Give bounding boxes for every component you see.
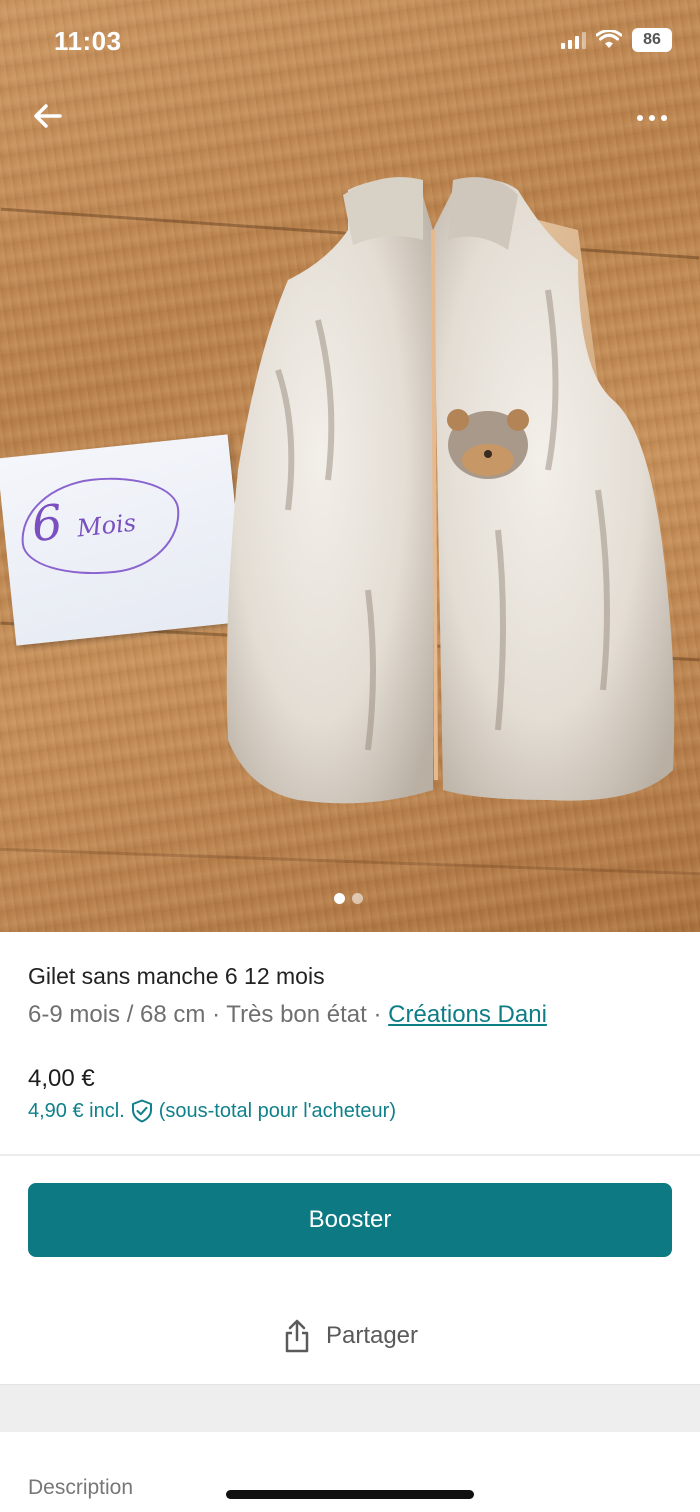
ellipsis-icon xyxy=(649,115,655,121)
shield-check-icon xyxy=(131,1099,152,1123)
listing-meta: 6-9 mois / 68 cm · Très bon état · Créat… xyxy=(28,1001,547,1029)
battery-icon: 86 xyxy=(632,28,672,52)
size-note-text: 6 Mois xyxy=(29,487,138,554)
more-options-button[interactable] xyxy=(630,100,674,136)
carousel-indicator[interactable] xyxy=(334,893,363,904)
fur-vest-image xyxy=(226,177,675,804)
floor-seam xyxy=(0,847,700,876)
share-icon xyxy=(285,1319,309,1353)
wifi-icon xyxy=(596,30,622,48)
item-price: 4,00 € xyxy=(28,1065,95,1092)
description-heading: Description xyxy=(28,1476,134,1499)
status-time: 11:03 xyxy=(54,26,122,56)
product-photo[interactable]: 6 Mois 11:03 86 xyxy=(0,0,700,932)
section-divider xyxy=(0,1154,700,1156)
section-spacer xyxy=(0,1384,700,1432)
listing-size: 6-9 mois / 68 cm xyxy=(28,1001,206,1028)
meta-separator: · xyxy=(373,1001,382,1028)
share-button[interactable]: Partager xyxy=(0,1300,700,1372)
price-incl: 4,90 € incl. xyxy=(28,1099,125,1122)
note-number: 6 xyxy=(29,494,66,554)
brand-link[interactable]: Créations Dani xyxy=(388,1001,547,1028)
price-incl-note: (sous-total pour l'acheteur) xyxy=(158,1099,396,1122)
status-icons: 86 xyxy=(561,28,672,52)
ellipsis-icon xyxy=(637,115,643,121)
buyer-price-info[interactable]: 4,90 € incl. (sous-total pour l'acheteur… xyxy=(28,1099,396,1123)
home-indicator[interactable] xyxy=(226,1490,474,1499)
arrow-left-icon xyxy=(34,104,62,128)
ellipsis-icon xyxy=(661,115,667,121)
back-button[interactable] xyxy=(30,98,66,134)
cellular-signal-icon xyxy=(561,31,586,49)
share-label: Partager xyxy=(325,1322,419,1349)
booster-button[interactable]: Booster xyxy=(28,1183,672,1257)
listing-condition: Très bon état xyxy=(226,1001,367,1028)
meta-separator: · xyxy=(212,1001,221,1028)
size-note-paper: 6 Mois xyxy=(0,434,248,646)
listing-title: Gilet sans manche 6 12 mois xyxy=(28,963,325,989)
carousel-dot-active[interactable] xyxy=(334,893,345,904)
carousel-dot[interactable] xyxy=(352,893,363,904)
note-word: Mois xyxy=(75,508,138,543)
